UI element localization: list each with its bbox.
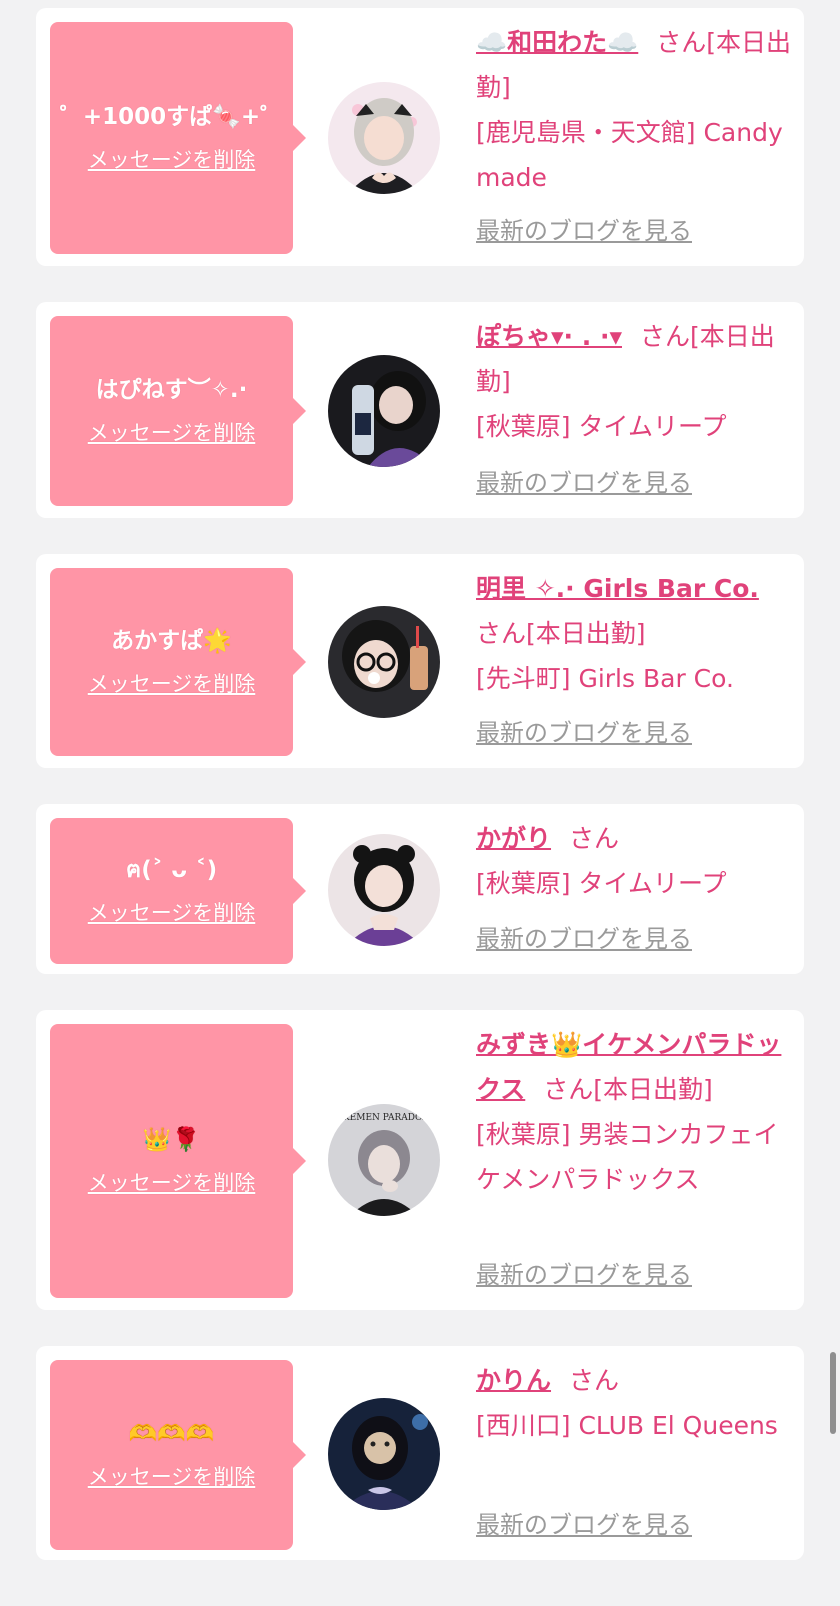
delete-message-link[interactable]: メッセージを削除 [88,418,256,448]
shop-location: [鹿児島県・天文館] Candy made [476,118,783,192]
avatar[interactable] [328,1398,440,1510]
favorite-card: あかすぱ🌟 メッセージを削除 明里 ✧.· Girls Bar Co. さん[本… [36,554,804,768]
message-box: 👑🌹 メッセージを削除 [50,1024,306,1298]
cast-info: みずき👑イケメンパラドックス さん[本日出勤] [秋葉原] 男装コンカフェイケメン… [476,1022,796,1202]
cast-name-link[interactable]: かりん [476,1366,551,1395]
svg-text:IKEMEN PARADOX: IKEMEN PARADOX [339,1113,429,1123]
shop-location: [秋葉原] 男装コンカフェイケメンパラドックス [476,1120,779,1194]
avatar[interactable] [328,82,440,194]
scrollbar[interactable] [830,1352,836,1434]
honorific: さん [543,1075,594,1104]
cast-info: ぽちゃ▾· . ·▾ さん[本日出勤] [秋葉原] タイムリープ [476,314,796,449]
message-box: ฅ(˃ ᴗ ˂) メッセージを削除 [50,818,306,964]
favorite-card: ゜+1000すぱ🍬+゜ メッセージを削除 ☁️和田わた☁️ さん[本日出勤] [鹿… [36,8,804,266]
cast-name-link[interactable]: かがり [476,824,551,853]
avatar[interactable]: IKEMEN PARADOX [328,1104,440,1216]
message-text: はぴねす︶✧.· [95,377,248,403]
honorific: さん [656,28,707,57]
avatar-photo-icon [328,355,440,467]
message-text: 🫶🫶🫶 [128,1421,215,1447]
cast-info: かりん さん [西川口] CLUB El Queens [476,1358,796,1448]
latest-blog-link[interactable]: 最新のブログを見る [476,1508,692,1542]
shop-location: [秋葉原] タイムリープ [476,412,727,441]
shop-location: [秋葉原] タイムリープ [476,869,727,898]
avatar-photo-icon [328,82,440,194]
latest-blog-link[interactable]: 最新のブログを見る [476,1258,692,1292]
honorific: さん [476,619,527,648]
shop-location: [西川口] CLUB El Queens [476,1411,778,1440]
message-box: はぴねす︶✧.· メッセージを削除 [50,316,306,506]
shop-location: [先斗町] Girls Bar Co. [476,664,734,693]
favorite-card: 👑🌹 メッセージを削除 IKEMEN PARADOX みずき👑イケメンパラドック… [36,1010,804,1310]
message-text: 👑🌹 [142,1127,201,1153]
latest-blog-link[interactable]: 最新のブログを見る [476,922,692,956]
delete-message-link[interactable]: メッセージを削除 [88,898,256,928]
avatar[interactable] [328,606,440,718]
message-box: 🫶🫶🫶 メッセージを削除 [50,1360,306,1550]
avatar[interactable] [328,355,440,467]
avatar-photo-icon [328,606,440,718]
message-text: ゜+1000すぱ🍬+゜ [59,104,284,130]
avatar[interactable] [328,834,440,946]
delete-message-link[interactable]: メッセージを削除 [88,1168,256,1198]
cast-info: かがり さん [秋葉原] タイムリープ [476,816,796,906]
favorites-list: ゜+1000すぱ🍬+゜ メッセージを削除 ☁️和田わた☁️ さん[本日出勤] [鹿… [0,0,840,1606]
favorite-card: 🫶🫶🫶 メッセージを削除 かりん さん [西川口] CLUB El Queens … [36,1346,804,1560]
cast-name-link[interactable]: ☁️和田わた☁️ [476,28,638,57]
cast-info: 明里 ✧.· Girls Bar Co. さん[本日出勤] [先斗町] Girl… [476,566,796,701]
message-text: あかすぱ🌟 [111,628,232,654]
cast-info: ☁️和田わた☁️ さん[本日出勤] [鹿児島県・天文館] Candy made [476,20,796,200]
delete-message-link[interactable]: メッセージを削除 [88,1462,256,1492]
honorific: さん [569,1366,620,1395]
delete-message-link[interactable]: メッセージを削除 [88,145,256,175]
latest-blog-link[interactable]: 最新のブログを見る [476,214,692,248]
latest-blog-link[interactable]: 最新のブログを見る [476,716,692,750]
honorific: さん [569,824,620,853]
work-status: [本日出勤] [593,1075,713,1104]
message-box: あかすぱ🌟 メッセージを削除 [50,568,306,756]
avatar-photo-icon [328,1398,440,1510]
avatar-photo-icon: IKEMEN PARADOX [328,1104,440,1216]
cast-name-link[interactable]: 明里 ✧.· Girls Bar Co. [476,574,759,603]
message-box: ゜+1000すぱ🍬+゜ メッセージを削除 [50,22,306,254]
latest-blog-link[interactable]: 最新のブログを見る [476,466,692,500]
work-status: [本日出勤] [526,619,646,648]
favorite-card: ฅ(˃ ᴗ ˂) メッセージを削除 かがり さん [秋葉原] タイムリープ 最新の… [36,804,804,974]
message-text: ฅ(˃ ᴗ ˂) [125,857,218,883]
favorite-card: はぴねす︶✧.· メッセージを削除 ぽちゃ▾· . ·▾ さん[本日出勤] [秋葉… [36,302,804,518]
avatar-photo-icon [328,834,440,946]
honorific: さん [640,322,691,351]
delete-message-link[interactable]: メッセージを削除 [88,669,256,699]
cast-name-link[interactable]: ぽちゃ▾· . ·▾ [476,322,622,351]
